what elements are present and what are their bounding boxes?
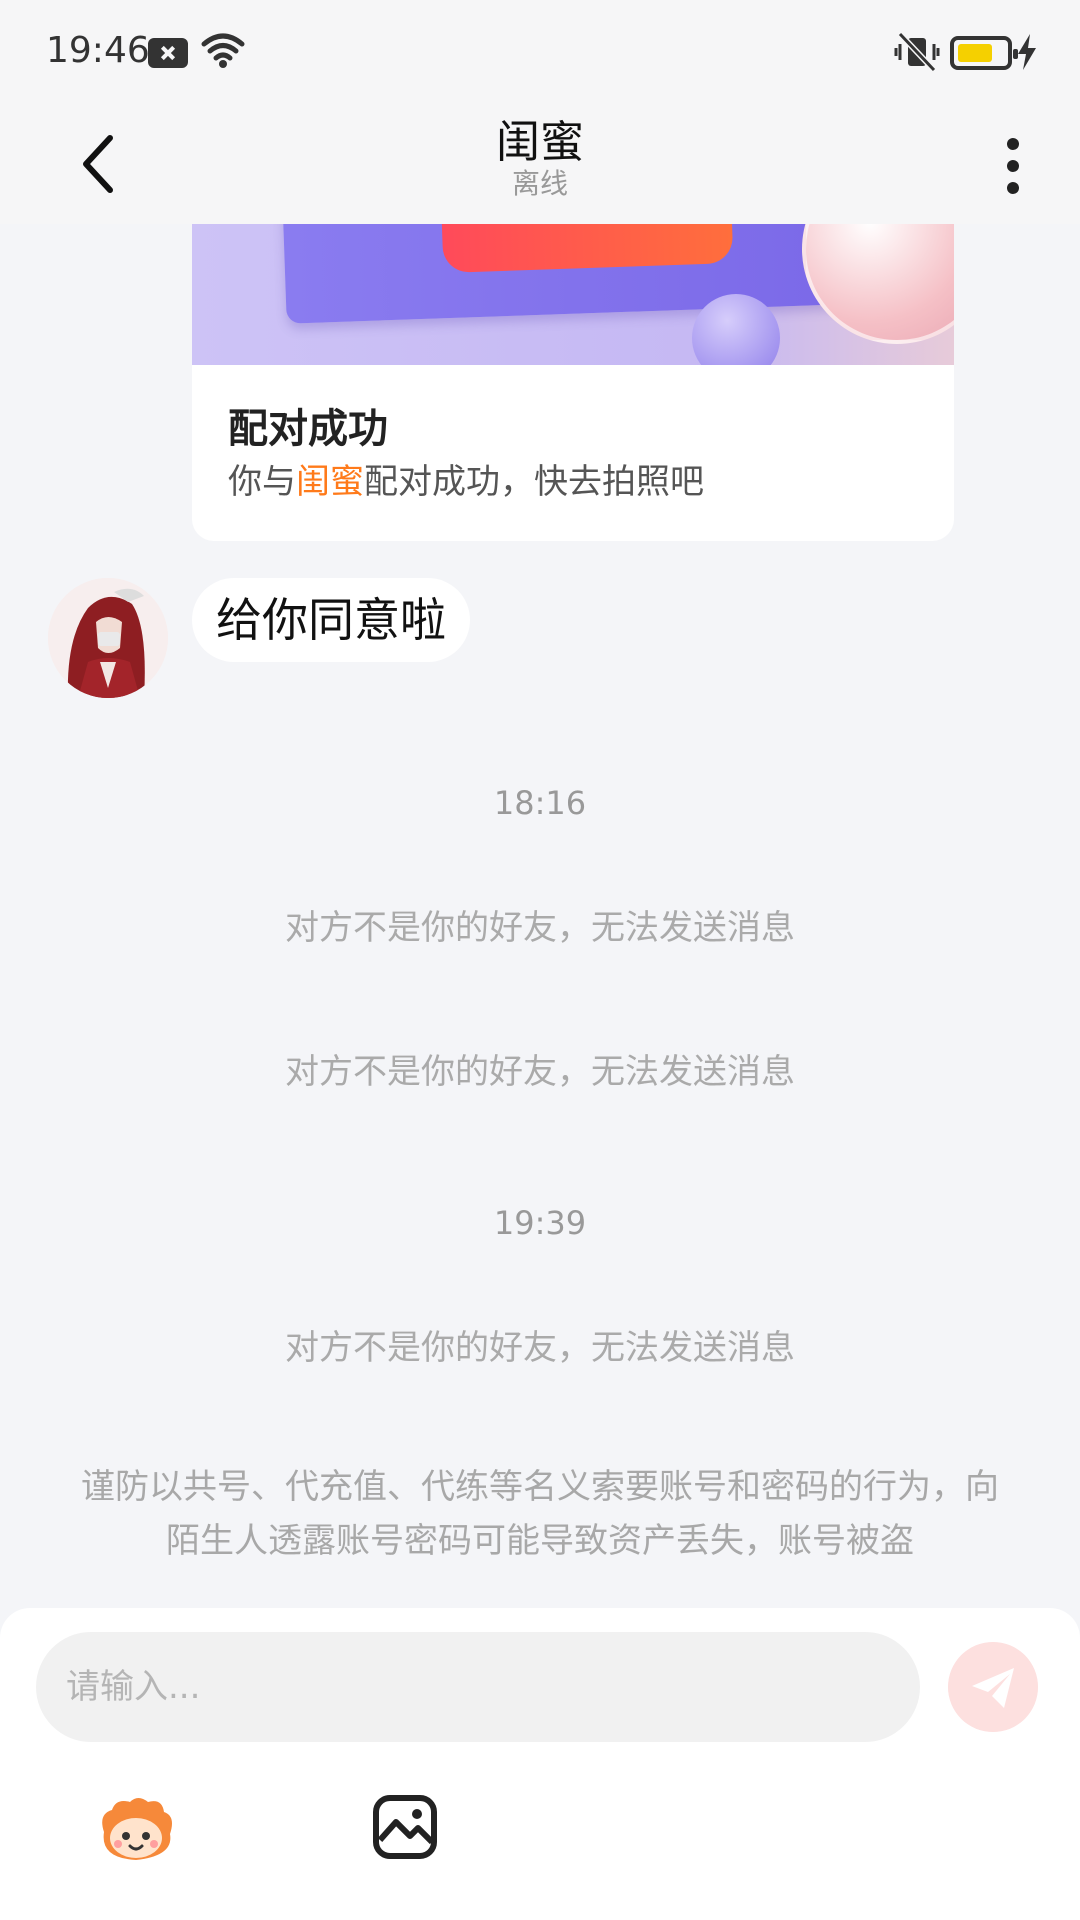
input-panel — [0, 1608, 1080, 1920]
timestamp: 18:16 — [493, 784, 587, 822]
pair-card-description: 你与闺蜜配对成功，快去拍照吧 — [228, 462, 704, 502]
system-notice: 对方不是你的好友，无法发送消息 — [285, 1328, 795, 1368]
mascot-sticker-icon[interactable] — [94, 1794, 178, 1864]
pair-card-title: 配对成功 — [228, 406, 388, 452]
image-icon[interactable] — [372, 1794, 438, 1860]
chat-message-list[interactable]: 配对成功 你与闺蜜配对成功，快去拍照吧 给你同意啦 18:16 对方不是你的好友… — [0, 224, 1080, 1607]
pair-success-card[interactable]: 配对成功 你与闺蜜配对成功，快去拍照吧 — [192, 224, 954, 541]
pair-card-banner-image — [192, 224, 954, 365]
page-title: 闺蜜 — [496, 117, 584, 168]
system-notice: 对方不是你的好友，无法发送消息 — [285, 1052, 795, 1092]
partner-name-highlight: 闺蜜 — [296, 462, 364, 502]
battery-icon — [950, 36, 1018, 70]
partner-avatar[interactable] — [48, 578, 168, 698]
online-status: 离线 — [511, 167, 568, 200]
security-warning: 谨防以共号、代充值、代练等名义索要账号和密码的行为，向陌生人透露账号密码可能导致… — [81, 1467, 999, 1561]
charging-icon — [1018, 34, 1036, 70]
message-input[interactable] — [36, 1632, 920, 1742]
status-bar: 19:46 — [0, 0, 1080, 104]
received-message-bubble[interactable]: 给你同意啦 — [192, 578, 470, 662]
timestamp: 19:39 — [493, 1204, 587, 1242]
vibrate-off-icon — [894, 32, 940, 72]
wifi-icon — [201, 33, 245, 68]
send-button[interactable] — [948, 1642, 1038, 1732]
notification-box-icon — [148, 38, 188, 68]
system-notice: 对方不是你的好友，无法发送消息 — [285, 908, 795, 948]
chat-header: 闺蜜 离线 — [0, 104, 1080, 224]
status-time: 19:46 — [46, 30, 150, 71]
more-options-button[interactable] — [992, 126, 1036, 206]
